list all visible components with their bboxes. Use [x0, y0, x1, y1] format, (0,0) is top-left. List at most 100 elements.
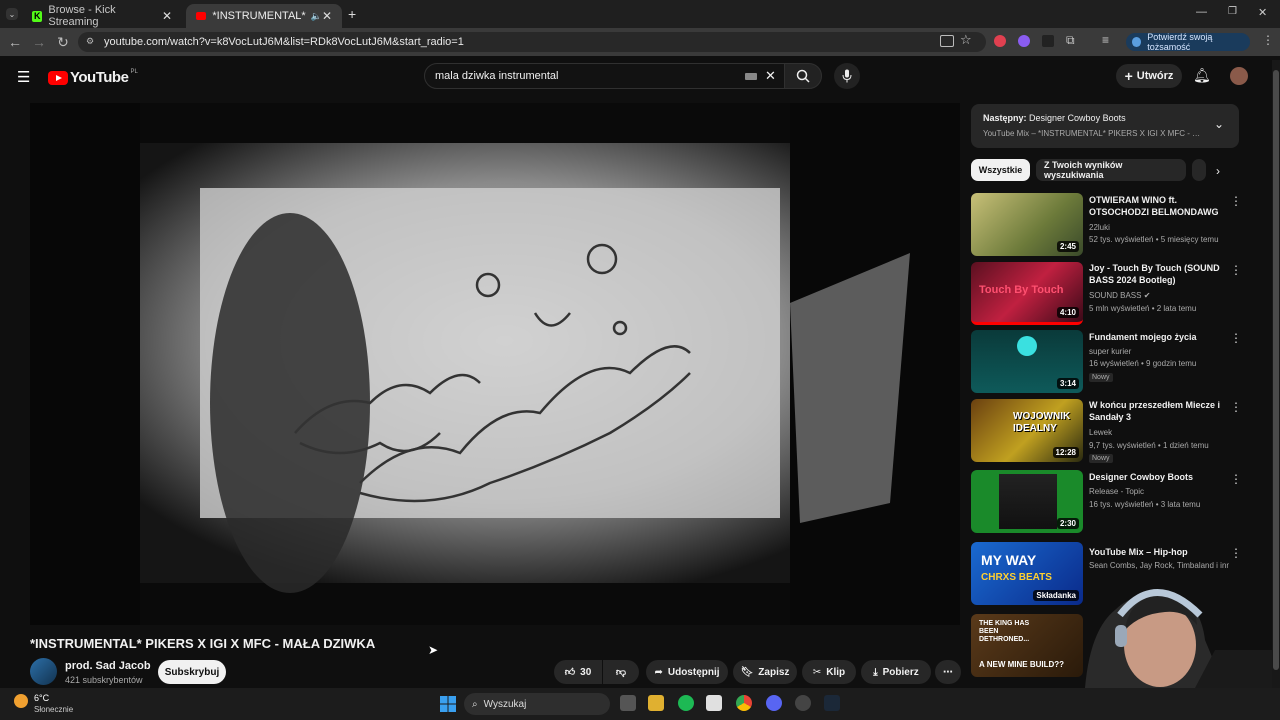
back-arrow-icon[interactable]: ← — [6, 33, 24, 51]
tab-list-chevron-icon[interactable]: ⌄ — [6, 8, 18, 20]
app-icon[interactable] — [795, 695, 811, 711]
search-input[interactable]: mala dziwka instrumental ✕ — [424, 63, 786, 89]
chevron-down-icon[interactable]: ⌄ — [1214, 117, 1224, 131]
mix-thumbnail[interactable]: MY WAY CHRXS BEATS Składanka — [971, 542, 1083, 605]
download-button[interactable]: ⤓ Pobierz — [861, 660, 931, 684]
speaker-icon[interactable]: 🔈 — [311, 11, 322, 22]
clip-button[interactable]: ✂ Klip — [802, 660, 856, 684]
bookmark-star-icon[interactable]: ☆ — [960, 32, 972, 48]
video-title[interactable]: OTWIERAM WINO ft. OTSOCHODZI BELMONDAWG — [1089, 194, 1224, 218]
weather-sun-icon[interactable] — [14, 694, 28, 708]
create-button[interactable]: + Utwórz — [1116, 64, 1182, 88]
next-playlist-name: YouTube Mix – *INSTRUMENTAL* PIKERS X IG… — [983, 129, 1205, 138]
new-tab-button[interactable]: + — [348, 6, 356, 22]
tab-youtube[interactable]: *INSTRUMENTAL* PIKERS X 🔈 ✕ — [186, 4, 342, 28]
share-button[interactable]: ➦ Udostępnij — [646, 660, 728, 684]
spotify-icon[interactable] — [678, 695, 694, 711]
youtube-logo[interactable]: YouTube PL — [48, 69, 138, 86]
more-vertical-icon[interactable]: ⋮ — [1230, 400, 1242, 414]
url-input[interactable]: ⚙ youtube.com/watch?v=k8VocLutJ6M&list=R… — [78, 32, 986, 52]
video-meta: 16 tys. wyświetleń • 3 lata temu — [1089, 500, 1201, 509]
more-vertical-icon[interactable]: ⋮ — [1230, 546, 1242, 560]
clip-label: Klip — [826, 666, 846, 678]
chip-more[interactable] — [1192, 159, 1206, 181]
channel-name[interactable]: super kurier — [1089, 346, 1239, 358]
verify-identity-button[interactable]: Potwierdź swoją tożsamość — [1126, 32, 1250, 52]
maximize-button[interactable]: ❐ — [1228, 6, 1237, 17]
browser-menu-icon[interactable]: ⋮ — [1262, 33, 1274, 47]
close-icon[interactable]: ✕ — [322, 9, 332, 23]
search-icon — [796, 69, 810, 83]
extension-icon[interactable] — [1042, 35, 1054, 47]
more-vertical-icon[interactable]: ⋮ — [1230, 472, 1242, 486]
voice-search-button[interactable] — [834, 63, 860, 89]
video-meta: 52 tys. wyświetleń • 5 miesięcy temu — [1089, 235, 1219, 244]
video-thumbnail[interactable]: 2:30 — [971, 470, 1083, 533]
extensions-puzzle-icon[interactable]: ⧉ — [1066, 33, 1075, 48]
store-icon[interactable] — [706, 695, 722, 711]
reading-list-icon[interactable]: ≡ — [1102, 33, 1109, 47]
chip-from-search[interactable]: Z Twoich wyników wyszukiwania — [1036, 159, 1186, 181]
clear-search-icon[interactable]: ✕ — [765, 68, 776, 84]
video-thumbnail[interactable]: THE KING HAS BEEN DETHRONED... A NEW MIN… — [971, 614, 1083, 677]
window-close-button[interactable]: ✕ — [1258, 6, 1267, 19]
extension-icon[interactable] — [1018, 35, 1030, 47]
account-avatar[interactable] — [1230, 67, 1248, 85]
more-vertical-icon[interactable]: ⋮ — [1230, 263, 1242, 277]
reload-icon[interactable]: ↻ — [54, 33, 72, 51]
plus-icon: + — [1124, 68, 1133, 84]
site-info-icon[interactable]: ⚙ — [86, 36, 94, 47]
chip-all[interactable]: Wszystkie — [971, 159, 1030, 181]
discord-icon[interactable] — [766, 695, 782, 711]
video-player[interactable] — [30, 103, 960, 625]
duration-badge: 2:45 — [1056, 241, 1079, 252]
more-actions-button[interactable]: ⋯ — [935, 660, 961, 684]
save-button[interactable]: 🔖︎ Zapisz — [733, 660, 797, 684]
tab-kick[interactable]: K Browse - Kick Streaming ✕ — [22, 4, 182, 28]
channel-name[interactable]: 22luki — [1089, 222, 1239, 234]
chevron-right-icon[interactable]: › — [1216, 164, 1220, 178]
extension-icon[interactable] — [994, 35, 1006, 47]
more-vertical-icon[interactable]: ⋮ — [1230, 331, 1242, 345]
video-title[interactable]: W końcu przeszedłem Miecze i Sandały 3 — [1089, 399, 1224, 423]
forward-arrow-icon[interactable]: → — [30, 33, 48, 51]
video-title[interactable]: Fundament mojego życia — [1089, 331, 1224, 343]
minimize-button[interactable]: — — [1196, 6, 1207, 18]
channel-name[interactable]: SOUND BASS ✔ — [1089, 290, 1239, 302]
channel-avatar[interactable] — [30, 658, 57, 685]
video-title[interactable]: Designer Cowboy Boots — [1089, 471, 1224, 483]
more-vertical-icon[interactable]: ⋮ — [1230, 194, 1242, 208]
playlist-next-panel[interactable] — [971, 104, 1239, 148]
video-thumbnail[interactable]: 2:45 — [971, 193, 1083, 256]
kick-icon: K — [32, 10, 43, 22]
share-arrow-icon: ➦ — [654, 666, 663, 678]
channel-name[interactable]: prod. Sad Jacob — [65, 660, 151, 672]
channel-name[interactable]: Lewek — [1089, 427, 1239, 439]
notifications-bell-icon[interactable]: 🔔︎ — [1193, 67, 1211, 84]
close-icon[interactable]: ✕ — [162, 9, 172, 23]
like-button[interactable]: 👍︎ 30 — [554, 660, 602, 684]
dislike-button[interactable]: 👎︎ — [603, 660, 639, 684]
video-thumbnail[interactable]: WOJOWNIK IDEALNY 12:28 — [971, 399, 1083, 462]
save-label: Zapisz — [758, 666, 790, 678]
video-title[interactable]: Joy - Touch By Touch (SOUND BASS 2024 Bo… — [1089, 262, 1224, 286]
subscribe-button[interactable]: Subskrybuj — [158, 660, 226, 684]
channel-name[interactable]: Release - Topic — [1089, 486, 1239, 498]
page-scrollbar[interactable] — [1272, 60, 1280, 688]
video-title[interactable]: YouTube Mix – Hip-hop — [1089, 546, 1224, 558]
windows-start-icon[interactable] — [440, 696, 456, 712]
hamburger-menu-icon[interactable]: ☰ — [17, 68, 30, 86]
weather-temp[interactable]: 6°C — [34, 693, 49, 703]
cast-icon[interactable] — [940, 35, 954, 47]
task-view-icon[interactable] — [620, 695, 636, 711]
steam-icon[interactable] — [824, 695, 840, 711]
file-explorer-icon[interactable] — [648, 695, 664, 711]
search-button[interactable] — [784, 63, 822, 89]
scrollbar-thumb[interactable] — [1273, 70, 1279, 670]
download-label: Pobierz — [882, 666, 919, 678]
keyboard-icon[interactable] — [745, 73, 757, 80]
video-thumbnail[interactable]: 3:14 — [971, 330, 1083, 393]
video-thumbnail[interactable]: Touch By Touch 4:10 — [971, 262, 1083, 325]
chrome-icon[interactable] — [736, 695, 752, 711]
taskbar-search[interactable]: ⌕ Wyszukaj — [464, 693, 610, 715]
